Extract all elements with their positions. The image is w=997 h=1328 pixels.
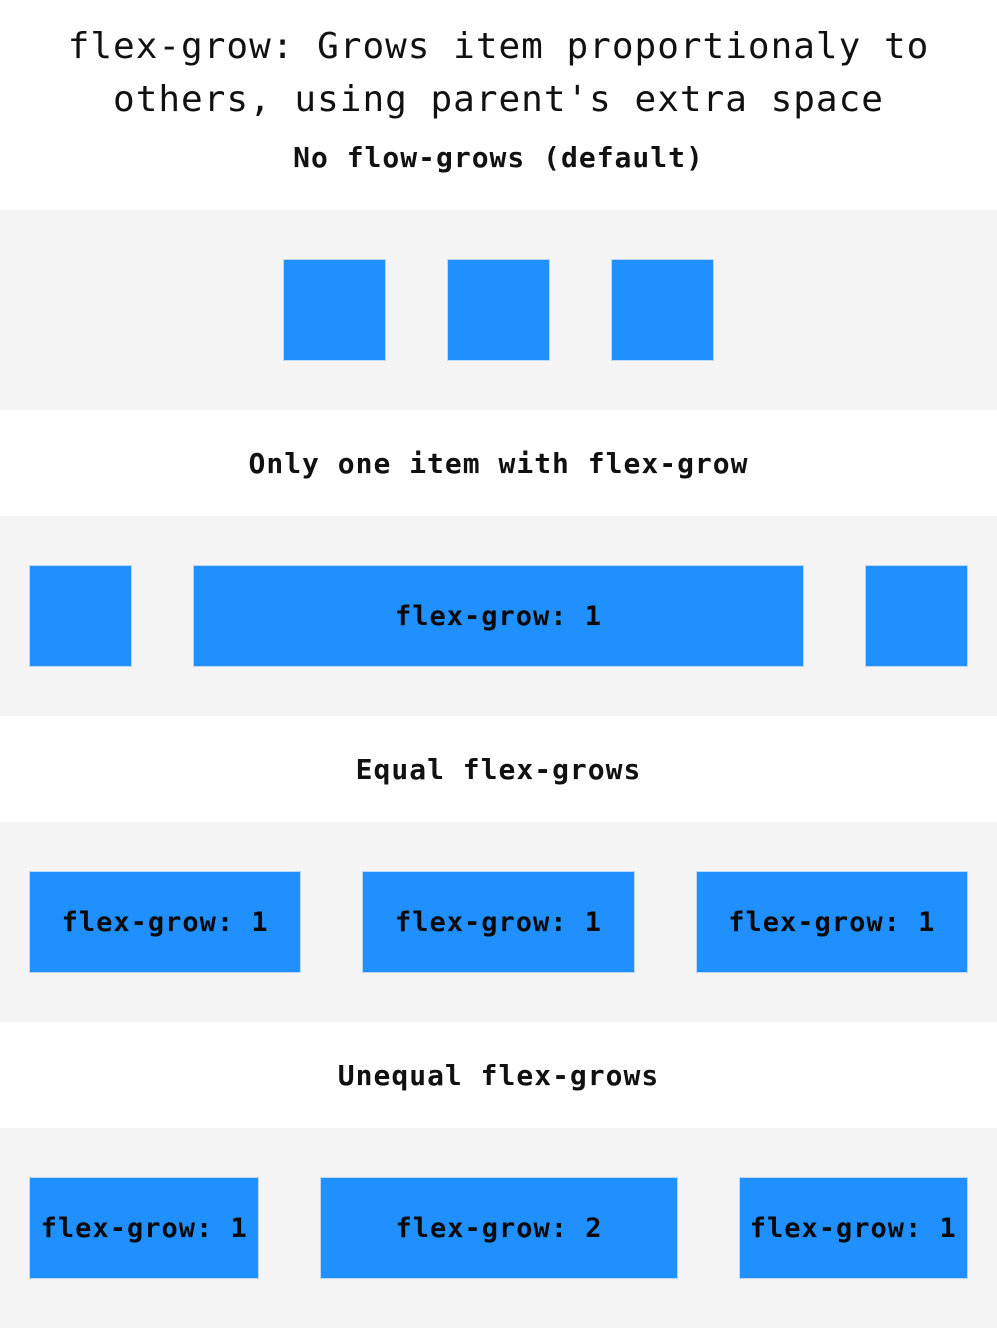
section-heading-one-grow: Only one item with flex-grow (248, 446, 749, 480)
flex-item-unequal-3: flex-grow: 1 (738, 1177, 968, 1279)
flex-item-equal-3: flex-grow: 1 (695, 871, 968, 973)
page-title-line-2: others, using parent's extra space (113, 79, 884, 120)
flex-item-default-1 (283, 259, 386, 361)
flex-item-unequal-1: flex-grow: 1 (29, 1177, 260, 1279)
page-title: flex-grow: Grows item proportionaly to o… (0, 0, 997, 120)
flex-container-default (0, 210, 997, 410)
flex-item-one-grow-3 (865, 565, 968, 667)
flex-container-unequal: flex-grow: 1 flex-grow: 2 flex-grow: 1 (0, 1128, 997, 1328)
section-heading-unequal: Unequal flex-grows (337, 1058, 660, 1092)
flex-item-equal-1: flex-grow: 1 (29, 871, 302, 973)
flex-container-equal: flex-grow: 1 flex-grow: 1 flex-grow: 1 (0, 822, 997, 1022)
flex-item-default-3 (611, 259, 714, 361)
flex-item-equal-2: flex-grow: 1 (362, 871, 635, 973)
page-title-line-1: flex-grow: Grows item proportionaly to (67, 26, 930, 67)
flex-item-one-grow-1 (29, 565, 132, 667)
section-heading-equal: Equal flex-grows (355, 752, 642, 786)
flex-item-unequal-2: flex-grow: 2 (320, 1177, 678, 1279)
flex-container-one-grow: flex-grow: 1 (0, 516, 997, 716)
flex-item-one-grow-2: flex-grow: 1 (192, 565, 805, 667)
flex-item-default-2 (447, 259, 550, 361)
